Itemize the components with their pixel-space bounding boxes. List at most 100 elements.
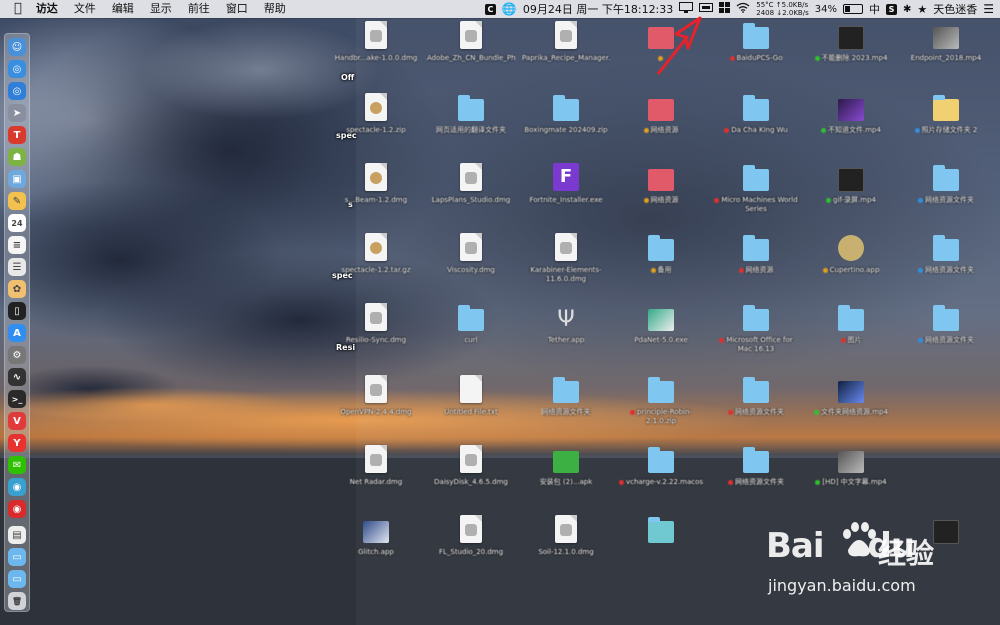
safari-icon[interactable]: ◎ [8,60,26,78]
desktop-item[interactable]: Karabiner-Elements-11.6.0.dmg [521,232,611,285]
document-icon[interactable]: ≡ [8,236,26,254]
netease-icon[interactable]: ◉ [8,500,26,518]
menu-view[interactable]: 显示 [142,0,180,18]
desktop-item[interactable]: spectacle-1.2.tar.gz [331,232,421,285]
desktop-item[interactable]: 图片 [806,302,896,355]
desktop-item[interactable] [616,20,706,73]
desktop-item[interactable]: Cupertino.app [806,232,896,285]
star-icon[interactable]: ★ [917,3,927,16]
folder-icon[interactable]: ▭ [8,548,26,566]
desktop-item[interactable]: Soil-12.1.0.dmg [521,514,611,567]
desktop-item[interactable]: Microsoft Office for Mac 16.13 [711,302,801,355]
app-red-icon[interactable]: T [8,126,26,144]
desktop-item[interactable]: 备用 [616,232,706,285]
desktop-item[interactable]: 网络资源 [711,232,801,285]
desktop-item[interactable]: 不知道文件.mp4 [806,92,896,145]
desktop-item[interactable]: Net Radar.dmg [331,444,421,497]
safari-alt-icon[interactable]: ◎ [8,82,26,100]
browser-icon[interactable]: ◉ [8,478,26,496]
menu-edit[interactable]: 编辑 [104,0,142,18]
desktop-item[interactable]: 网络资源文件夹 [901,232,991,285]
desktop-item[interactable]: DaisyDisk_4.6.5.dmg [426,444,516,497]
s-app-icon[interactable]: S [885,3,897,15]
desktop-item[interactable]: spectacle-1.2.zip [331,92,421,145]
desktop-item[interactable]: 文件夹网络资源.mp4 [806,374,896,427]
desktop-item[interactable]: PdaNet-5.0.exe [616,302,706,355]
bluetooth-icon[interactable]: ✱ [903,4,911,15]
desktop-item[interactable]: 网络资源 [616,92,706,145]
desktop-item[interactable]: vcharge-v.2.22.macos [616,444,706,497]
yandex-icon[interactable]: Y [8,434,26,452]
desktop-item[interactable]: [HD] 中文字幕.mp4 [806,444,896,497]
desktop-item[interactable]: curl [426,302,516,355]
wechat-icon[interactable]: ✉ [8,456,26,474]
desktop-item[interactable]: 网络资源 [616,162,706,215]
c-status-icon[interactable]: C [484,3,496,15]
desktop-item[interactable]: Untitled File.txt [426,374,516,427]
desktop-item[interactable]: 网络资源文件夹 [711,374,801,427]
desktop-item[interactable]: 网络资源文件夹 [901,162,991,215]
desktop-item[interactable]: FL_Studio_20.dmg [426,514,516,567]
desktop-item[interactable]: Viscosity.dmg [426,232,516,285]
battery-icon[interactable] [842,4,863,14]
console-icon[interactable]: >_ [8,390,26,408]
desktop-item[interactable]: 照片存储文件夹 2 [901,92,991,145]
system-monitor[interactable]: 55°C ↑5.0KB/s 2408 ↓2.0KB/s [756,1,808,17]
folder-file-icon [553,92,579,122]
preview-icon[interactable]: ▣ [8,170,26,188]
battery-percent[interactable]: 34% [815,4,837,15]
desktop-item[interactable] [616,514,706,567]
photos-icon[interactable]: ✿ [8,280,26,298]
menu-file[interactable]: 文件 [66,0,104,18]
desktop-item[interactable]: Paprika_Recipe_Manager.dmg [521,20,611,73]
finder-icon[interactable]: ☺ [8,38,26,56]
desktop-item[interactable]: Adobe_Zh_CN_Bundle_Photoshop.dmg [426,20,516,73]
desktop-item[interactable]: 安装包 (2)...apk [521,444,611,497]
desktop-item[interactable]: Resilio-Sync.dmg [331,302,421,355]
globe-icon[interactable]: 🌐 [502,2,517,16]
apple-menu-icon[interactable]:  [0,0,28,18]
grid-icon[interactable] [719,2,731,16]
desktop-item[interactable]: 网页适用的翻译文件夹 [426,92,516,145]
desktop-label-office[interactable]: Off [341,73,354,82]
terminal-icon[interactable]: ▯ [8,302,26,320]
app-store-icon[interactable]: A [8,324,26,342]
desktop-item[interactable]: Ψ Tether.app [521,302,611,355]
file-icon[interactable]: ▤ [8,526,26,544]
desktop-item[interactable]: principle-Robin-2.1.0.zip [616,374,706,427]
desktop-item[interactable]: 网络资源文件夹 [521,374,611,427]
input-method-indicator[interactable]: 中 [869,1,880,17]
user-name[interactable]: 天色迷香 [933,1,977,17]
system-preferences-icon[interactable]: ⚙ [8,346,26,364]
desktop-item[interactable]: Handbr...ake-1.0.0.dmg [331,20,421,73]
folder2-icon[interactable]: ▭ [8,570,26,588]
desktop-item[interactable]: gif-录屏.mp4 [806,162,896,215]
desktop-item[interactable]: LapsPlans_Studio.dmg [426,162,516,215]
desktop-item[interactable]: 网络资源文件夹 [711,444,801,497]
desktop-item[interactable]: 网络资源文件夹 [901,302,991,355]
vivaldi-icon[interactable]: V [8,412,26,430]
desktop-item[interactable]: s...Beam-1.2.dmg [331,162,421,215]
android-icon[interactable]: ☗ [8,148,26,166]
desktop-item[interactable]: F Fortnite_Installer.exe [521,162,611,215]
list-icon[interactable]: ☰ [8,258,26,276]
wifi-icon[interactable] [736,2,750,16]
menu-extras-icon[interactable]: ☰ [983,2,994,16]
desktop-item[interactable]: Endpoint_2018.mp4 [901,20,991,73]
desktop-item[interactable]: Micro Machines World Series [711,162,801,215]
calendar-icon[interactable]: 24 [8,214,26,232]
menu-go[interactable]: 前往 [180,0,218,18]
launchpad-icon[interactable]: ➤ [8,104,26,122]
menu-help[interactable]: 帮助 [256,0,294,18]
desktop-item[interactable]: Glitch.app [331,514,421,567]
trash-icon[interactable]: 🗑 [8,592,26,610]
desktop-item[interactable]: Da Cha King Wu [711,92,801,145]
menu-window[interactable]: 窗口 [218,0,256,18]
desktop-item[interactable]: 不能删除 2023.mp4 [806,20,896,73]
desktop-item[interactable]: OpenVPN-2.4.4.dmg [331,374,421,427]
desktop-item[interactable]: BaiduPCS-Go [711,20,801,73]
desktop-item[interactable]: Boxingmate 202409.zip [521,92,611,145]
activity-monitor-icon[interactable]: ∿ [8,368,26,386]
app-menu-finder[interactable]: 访达 [28,0,66,18]
notes-icon[interactable]: ✎ [8,192,26,210]
